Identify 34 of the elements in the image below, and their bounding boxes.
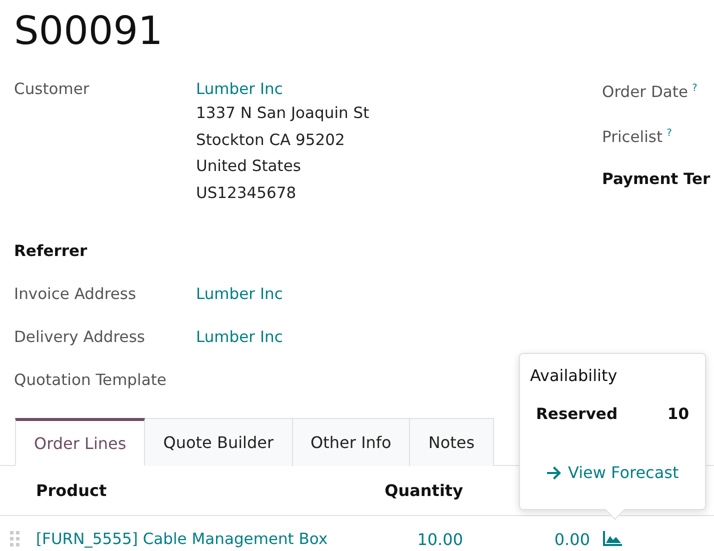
arrow-right-icon [546,466,562,480]
tab[interactable]: Quote Builder [145,418,293,466]
field-label: Quotation Template [14,370,168,391]
field-label: Payment Ter [602,169,710,190]
view-forecast-link[interactable]: View Forecast [546,463,689,482]
drag-handle-icon[interactable] [10,531,20,547]
help-icon[interactable]: ? [692,83,698,94]
column-header: Product [36,481,108,500]
address-line: Stockton CA 95202 [196,130,346,150]
customer-link[interactable]: Lumber Inc [196,78,602,100]
field-label: Invoice Address [14,284,138,305]
address-line: United States [196,156,302,177]
field-value-link[interactable]: Lumber Inc [196,283,602,305]
field-label: Delivery Address [14,327,146,348]
field-label: Customer [14,79,90,100]
product-link[interactable]: [FURN_5555] Cable Management Box [36,528,363,550]
stock-label: Reserved [536,405,618,423]
tab[interactable]: Notes [410,418,494,466]
order-title: S00091 [13,8,164,56]
field-label: Order Date $^{?}$ [602,82,698,104]
stock-value: 10 [667,405,689,423]
table-cell-text: 0.00 [553,530,590,548]
tab[interactable]: Other Info [292,418,410,466]
quantity-cell-text: 10.00 [416,530,463,548]
section-label: Referrer [14,241,88,262]
address-line: 1337 N San Joaquin St [196,103,370,124]
help-icon[interactable]: ? [666,128,672,140]
address-line: US12345678 [196,182,298,204]
area-chart-icon[interactable] [602,531,622,547]
popover-title: Availability [530,366,618,385]
column-header: Quantity [384,481,463,500]
field-value-link[interactable]: Lumber Inc [196,326,602,348]
field-label: Pricelist $^{?}$ [602,127,673,148]
tab[interactable]: Order Lines [15,418,146,466]
